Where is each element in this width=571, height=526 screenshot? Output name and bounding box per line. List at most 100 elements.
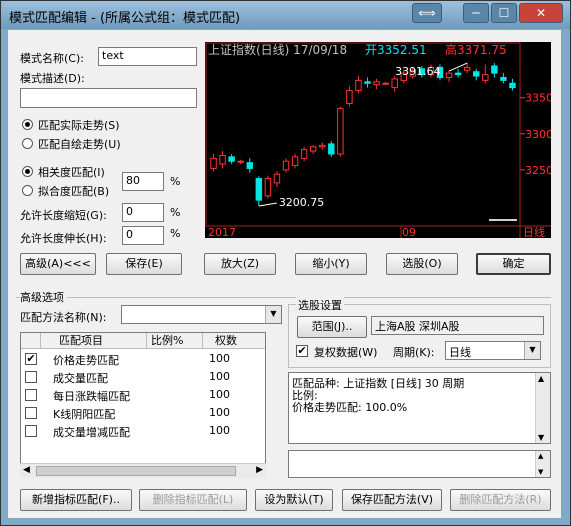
kline-chart-svg: 上证指数(日线) 17/09/18 开3352.51 高3371.75 2017… xyxy=(205,42,553,239)
kline-chart[interactable]: 上证指数(日线) 17/09/18 开3352.51 高3371.75 2017… xyxy=(205,42,553,239)
table-row[interactable]: K线阴阳匹配 100 xyxy=(21,404,265,422)
shrink-input[interactable]: 0 xyxy=(122,203,164,222)
table-header-weight[interactable]: 权数 xyxy=(203,333,265,349)
candle xyxy=(219,151,226,169)
candle-body xyxy=(463,66,471,71)
pattern-desc-input[interactable] xyxy=(20,88,197,108)
row-checkbox[interactable]: ✔ xyxy=(25,353,37,365)
candle-body xyxy=(491,65,498,74)
candle xyxy=(491,63,498,78)
stock-settings-label: 选股设置 xyxy=(296,297,344,313)
candle-body xyxy=(500,76,507,81)
select-stock-button[interactable]: 选股(O) xyxy=(386,253,458,275)
row-item-name: K线阴阳匹配 xyxy=(53,408,116,421)
scroll-thumb[interactable] xyxy=(36,466,236,476)
radio-fit[interactable] xyxy=(22,185,33,196)
table-row[interactable]: 成交量增减匹配 100 xyxy=(21,422,265,440)
period-dropdown[interactable]: 日线 ▼ xyxy=(445,341,541,360)
candle-body xyxy=(382,82,389,85)
table-header-ratio[interactable]: 比例% xyxy=(147,333,203,349)
radio-custom-trend-label: 匹配自绘走势(U) xyxy=(38,138,121,151)
table-row[interactable]: 成交量匹配 100 xyxy=(21,368,265,386)
pattern-name-input[interactable]: text xyxy=(98,47,197,66)
info-vertical-scrollbar[interactable]: ▲ ▼ xyxy=(535,373,550,443)
minimize-button[interactable]: ─ xyxy=(463,3,489,23)
chevron-down-icon[interactable]: ▼ xyxy=(265,306,281,323)
table-row[interactable]: ✔ 价格走势匹配 100 xyxy=(21,350,265,368)
method-name-label: 匹配方法名称(N): xyxy=(20,311,107,324)
delete-indicator-match-button[interactable]: 删除指标匹配(L) xyxy=(139,489,247,511)
correlation-input[interactable]: 80 xyxy=(122,172,164,191)
candle xyxy=(463,63,471,74)
zoom-out-button[interactable]: 缩小(Y) xyxy=(295,253,367,275)
scroll-up-icon[interactable]: ▲ xyxy=(538,452,543,460)
description-box[interactable]: ▲ ▼ xyxy=(288,450,551,478)
save-match-method-button[interactable]: 保存匹配方法(V) xyxy=(342,489,442,511)
match-info-box[interactable]: 匹配品种: 上证指数 [日线] 30 周期 比例: 价格走势匹配: 100.0%… xyxy=(288,372,551,444)
candle-body xyxy=(328,143,335,155)
y-tick-label: 3250 xyxy=(525,164,551,177)
title-bar[interactable]: 模式匹配编辑 - (所属公式组：模式匹配) ⟺ ─ ☐ ✕ xyxy=(1,1,570,29)
scroll-left-icon[interactable]: ◀ xyxy=(23,465,30,475)
row-item-name: 每日涨跌幅匹配 xyxy=(53,390,130,403)
save-button[interactable]: 保存(E) xyxy=(106,253,182,275)
row-checkbox[interactable] xyxy=(25,389,37,401)
row-checkbox[interactable] xyxy=(25,407,37,419)
radio-custom-trend[interactable] xyxy=(22,138,33,149)
candle-body xyxy=(219,154,226,165)
close-button[interactable]: ✕ xyxy=(519,3,563,23)
method-name-dropdown[interactable]: ▼ xyxy=(121,305,282,324)
scroll-up-icon[interactable]: ▲ xyxy=(538,374,544,383)
scroll-down-icon[interactable]: ▼ xyxy=(538,433,544,442)
row-weight[interactable]: 100 xyxy=(209,424,230,437)
row-weight[interactable]: 100 xyxy=(209,370,230,383)
row-weight[interactable]: 100 xyxy=(209,406,230,419)
candle-body xyxy=(482,74,489,81)
candle xyxy=(228,153,235,165)
advanced-button[interactable]: 高级(A)<<< xyxy=(20,253,96,275)
candle-body xyxy=(337,108,344,155)
swap-button[interactable]: ⟺ xyxy=(412,3,442,23)
advanced-section-label: 高级选项 xyxy=(20,289,67,305)
radio-actual-trend-label: 匹配实际走势(S) xyxy=(38,119,120,132)
candle xyxy=(346,86,353,107)
advanced-separator xyxy=(16,297,551,298)
row-item-name: 成交量匹配 xyxy=(53,372,108,385)
candle-body xyxy=(264,178,272,197)
scroll-down-icon[interactable]: ▼ xyxy=(538,468,543,476)
description-vertical-scrollbar[interactable]: ▲ ▼ xyxy=(535,451,550,477)
delete-match-method-button[interactable]: 删除匹配方法(R) xyxy=(450,489,551,511)
high-annotation-label: 3391.64 xyxy=(395,65,441,78)
table-row[interactable]: 每日涨跌幅匹配 100 xyxy=(21,386,265,404)
row-item-name: 成交量增减匹配 xyxy=(53,426,130,439)
pattern-desc-label: 模式描述(D): xyxy=(20,72,85,85)
row-checkbox[interactable] xyxy=(25,371,37,383)
extend-input[interactable]: 0 xyxy=(122,226,164,245)
candle xyxy=(445,70,453,82)
window-title: 模式匹配编辑 - (所属公式组：模式匹配) xyxy=(9,11,241,26)
maximize-button[interactable]: ☐ xyxy=(491,3,517,23)
set-default-button[interactable]: 设为默认(T) xyxy=(255,489,333,511)
table-header-item[interactable]: 匹配项目 xyxy=(41,333,147,349)
scroll-right-icon[interactable]: ▶ xyxy=(256,465,263,475)
candle-body xyxy=(445,72,453,78)
candle-body xyxy=(346,89,353,104)
row-checkbox[interactable] xyxy=(25,425,37,437)
zoom-in-button[interactable]: 放大(Z) xyxy=(204,253,276,275)
radio-correlation[interactable] xyxy=(22,166,33,177)
range-button[interactable]: 范围(J).. xyxy=(297,316,367,338)
candle-body xyxy=(391,78,398,89)
restore-checkbox[interactable]: ✔ xyxy=(296,345,308,357)
ok-button[interactable]: 确定 xyxy=(476,253,551,275)
x-tick-09: 09 xyxy=(402,226,416,238)
radio-actual-trend[interactable] xyxy=(22,119,33,130)
candle xyxy=(255,176,263,206)
add-indicator-match-button[interactable]: 新增指标匹配(F).. xyxy=(20,489,132,511)
row-weight[interactable]: 100 xyxy=(209,388,230,401)
chevron-down-icon[interactable]: ▼ xyxy=(524,342,540,359)
table-horizontal-scrollbar[interactable]: ◀ ▶ xyxy=(20,463,266,478)
candle xyxy=(273,171,281,188)
correlation-percent: % xyxy=(170,175,181,188)
row-weight[interactable]: 100 xyxy=(209,352,230,365)
candle-body xyxy=(309,146,317,152)
